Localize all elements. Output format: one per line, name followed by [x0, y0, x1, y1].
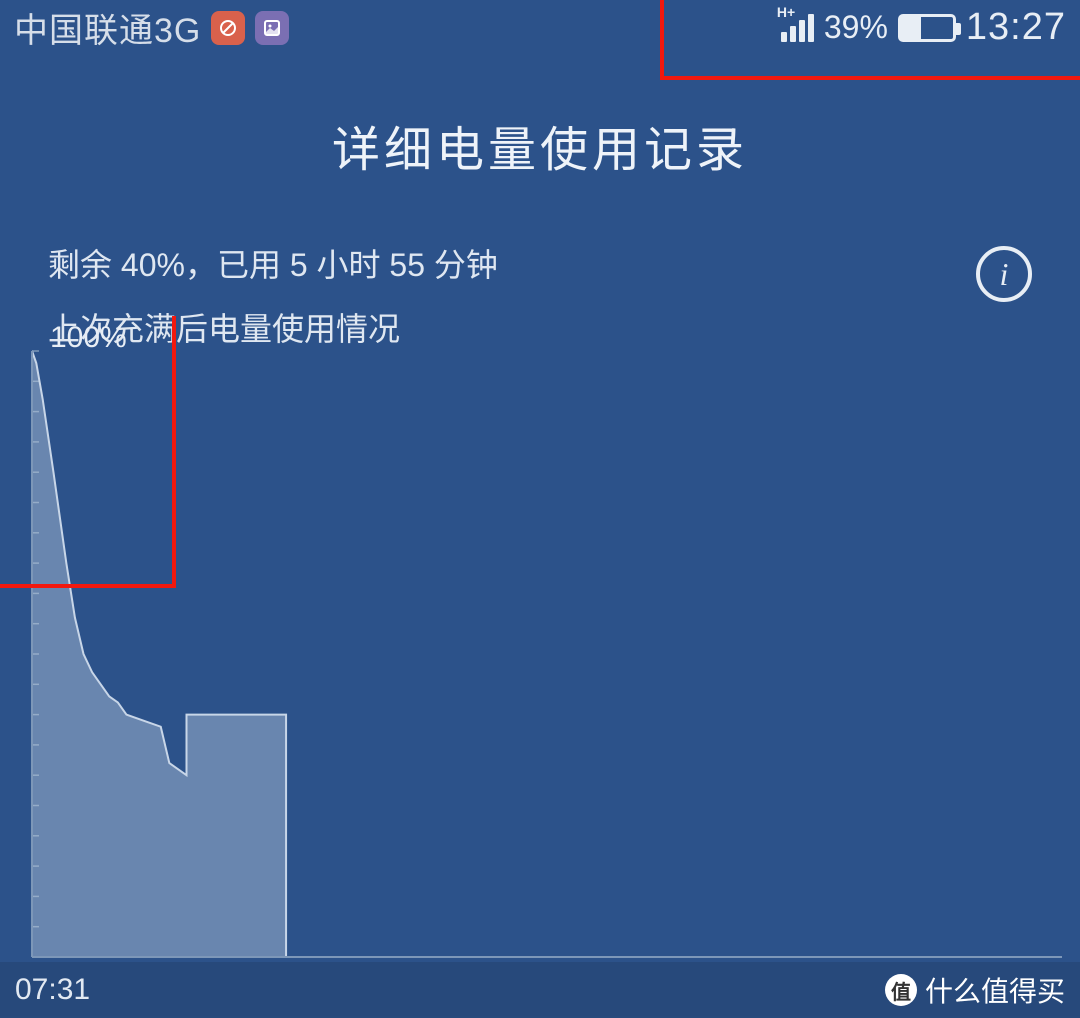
- status-bar: 中国联通3G H+ 39% 13:27: [0, 0, 1080, 55]
- bottom-bar: 07:31 值 什么值得买: [0, 962, 1080, 1018]
- watermark-icon: 值: [885, 974, 917, 1006]
- battery-icon: [898, 14, 956, 42]
- carrier-label: 中国联通3G: [14, 3, 201, 52]
- status-right: H+ 39% 13:27: [781, 6, 1066, 49]
- info-button[interactable]: i: [976, 246, 1032, 302]
- chart-start-time: 07:31: [15, 973, 90, 1007]
- network-type-label: H+: [777, 4, 795, 20]
- notification-icon-1: [211, 11, 245, 45]
- status-left: 中国联通3G: [14, 3, 289, 52]
- watermark-text: 什么值得买: [925, 970, 1065, 1010]
- signal-icon: H+: [781, 14, 814, 42]
- battery-percent-label: 39%: [824, 9, 888, 46]
- battery-fill: [901, 17, 921, 39]
- info-icon: i: [1000, 256, 1009, 293]
- chart-svg: [18, 321, 1062, 961]
- summary-label: 剩余 40%，已用 5 小时 55 分钟: [48, 240, 498, 286]
- battery-chart[interactable]: 100%: [18, 321, 1062, 961]
- clock-label: 13:27: [966, 6, 1066, 49]
- notification-icon-2: [255, 11, 289, 45]
- page-title: 详细电量使用记录: [0, 110, 1080, 180]
- watermark: 值 什么值得买: [885, 970, 1065, 1010]
